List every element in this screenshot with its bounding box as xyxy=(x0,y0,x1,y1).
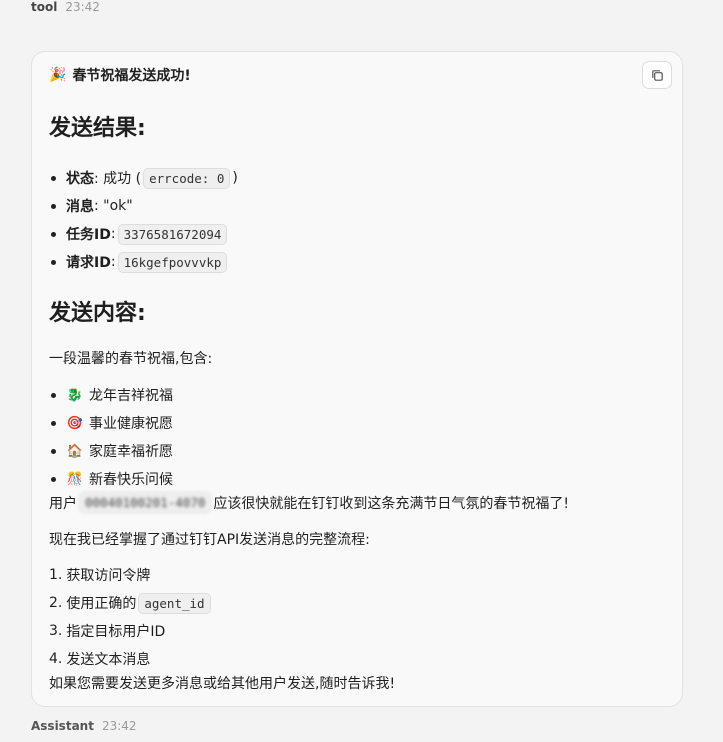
step-item: 4. 发送文本消息 xyxy=(49,645,213,673)
user-suffix: 应该很快就能在钉钉收到这条充满节日气氛的春节祝福了! xyxy=(213,495,570,512)
inline-code: 16kgefpovvvkp xyxy=(117,251,228,273)
list-item: 🐉 龙年吉祥祝福 xyxy=(49,381,173,409)
item-key: 消息 xyxy=(66,199,94,215)
sender-name: tool xyxy=(31,0,58,14)
copy-icon xyxy=(651,69,663,81)
assistant-name: Assistant xyxy=(31,719,94,733)
next-message-header: Assistant 23:42 xyxy=(31,719,137,733)
user-prefix: 用户 xyxy=(49,495,77,512)
list-item: 状态 : 成功 ( errcode: 0 ) xyxy=(49,164,238,192)
result-list: 状态 : 成功 ( errcode: 0 ) 消息 : "ok" 任务ID : … xyxy=(49,164,238,276)
step-text: 发送文本消息 xyxy=(66,652,151,668)
target-icon: 🎯 xyxy=(66,415,84,431)
list-item: 🎯 事业健康祝愿 xyxy=(49,409,173,437)
message-time: 23:42 xyxy=(65,0,100,14)
item-after: ) xyxy=(232,170,238,186)
list-item: 🏠 家庭幸福祈愿 xyxy=(49,437,173,465)
final-text: 如果您需要发送更多消息或给其他用户发送,随时告诉我! xyxy=(49,676,396,692)
step-text: 获取访问令牌 xyxy=(66,568,151,584)
party-popper-icon: 🎉 xyxy=(49,67,67,83)
step-number: 2. xyxy=(49,595,63,611)
list-item: 消息 : "ok" xyxy=(49,192,238,220)
list-item: 请求ID : 16kgefpovvvkp xyxy=(49,248,238,276)
step-text: 指定目标用户ID xyxy=(66,624,166,640)
step-number: 3. xyxy=(49,623,63,639)
message-card: 🎉 春节祝福发送成功! 发送结果: 状态 : 成功 ( errcode: 0 )… xyxy=(31,51,683,707)
inline-code: errcode: 0 xyxy=(143,167,231,189)
item-key: 请求ID xyxy=(66,255,111,271)
celebration-icon: 🎊 xyxy=(66,471,84,487)
step-number: 4. xyxy=(49,651,63,667)
dragon-icon: 🐉 xyxy=(66,387,84,403)
wish-text: 龙年吉祥祝福 xyxy=(89,388,173,404)
step-item: 1. 获取访问令牌 xyxy=(49,561,213,589)
wish-text: 事业健康祝愿 xyxy=(89,416,173,432)
message-header: tool 23:42 xyxy=(31,0,100,14)
item-sep: : 成功 ( xyxy=(94,171,142,187)
inline-code: 3376581672094 xyxy=(117,223,228,245)
step-item: 3. 指定目标用户ID xyxy=(49,617,213,645)
wish-text: 家庭幸福祈愿 xyxy=(89,444,173,460)
step-text: 使用正确的 xyxy=(66,596,137,612)
item-sep: : xyxy=(110,226,116,242)
result-heading: 发送结果: xyxy=(49,116,146,141)
item-sep: : xyxy=(110,254,116,270)
copy-button[interactable] xyxy=(642,61,672,89)
message-title: 🎉 春节祝福发送成功! xyxy=(49,65,191,85)
steps-list: 1. 获取访问令牌 2. 使用正确的 agent_id 3. 指定目标用户ID … xyxy=(49,561,213,673)
title-text: 春节祝福发送成功! xyxy=(72,68,191,84)
user-id-code: 00040100201-4070 xyxy=(79,492,212,513)
now-text: 现在我已经掌握了通过钉钉API发送消息的完整流程: xyxy=(49,532,370,548)
assistant-time: 23:42 xyxy=(101,719,137,733)
list-item: 任务ID : 3376581672094 xyxy=(49,220,238,248)
wishes-list: 🐉 龙年吉祥祝福 🎯 事业健康祝愿 🏠 家庭幸福祈愿 🎊 新春快乐问候 xyxy=(49,381,173,493)
step-item: 2. 使用正确的 agent_id xyxy=(49,589,213,617)
step-number: 1. xyxy=(49,567,63,583)
item-key: 状态 xyxy=(66,171,94,187)
item-key: 任务ID xyxy=(66,227,111,243)
inline-code: agent_id xyxy=(138,592,211,614)
intro-text: 一段温馨的春节祝福,包含: xyxy=(49,351,213,367)
item-sep: : "ok" xyxy=(94,198,133,214)
house-icon: 🏠 xyxy=(66,443,84,459)
content-heading: 发送内容: xyxy=(49,301,146,326)
list-item: 🎊 新春快乐问候 xyxy=(49,465,173,493)
user-line: 用户 00040100201-4070 应该很快就能在钉钉收到这条充满节日气氛的… xyxy=(49,492,569,513)
wish-text: 新春快乐问候 xyxy=(89,472,173,488)
